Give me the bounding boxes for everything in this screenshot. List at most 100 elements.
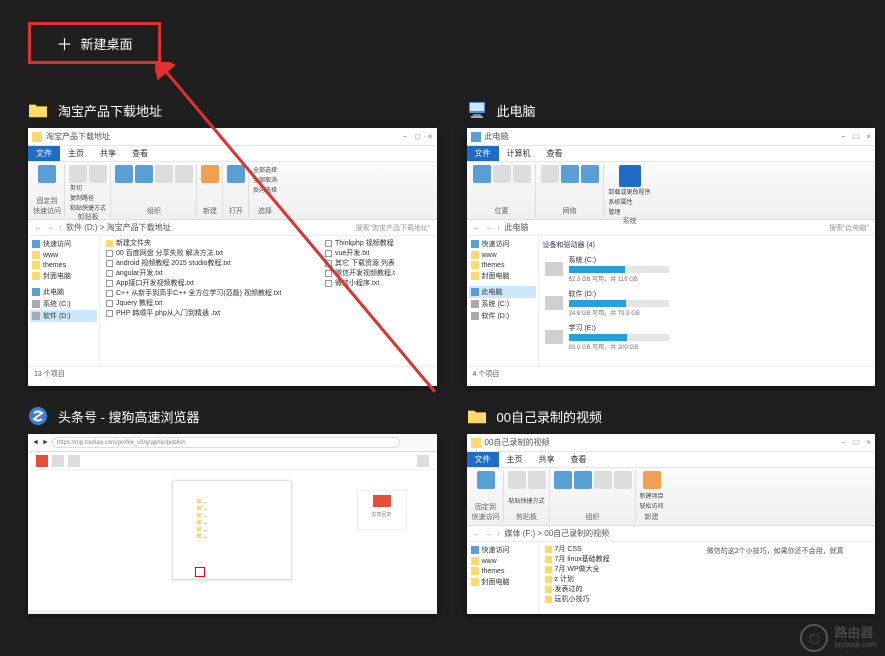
nav-back-icon[interactable]: ← [34,223,42,232]
search-placeholder[interactable]: 搜索"此电脑" [829,223,869,233]
task-thumbnail-2[interactable]: 此电脑 此电脑 −□× 文件 计算机 查看 位置 网络 卸载或更改程序系统属性管… [467,100,876,386]
task-title: 此电脑 [497,101,536,120]
sidebar-drive[interactable]: 软件 (D:) [30,310,97,322]
nav-forward-icon[interactable]: → [485,223,493,232]
toolbar-icon[interactable] [52,455,64,467]
toolbar-icon[interactable] [36,455,48,467]
toolbar-icon[interactable] [417,455,429,467]
search-placeholder[interactable]: 搜索"淘宝产品下载地址" [356,223,431,233]
sidebar-item[interactable]: 封面电脑 [30,270,97,282]
nav-forward-icon[interactable]: ► [42,439,49,446]
sidebar-quick-access[interactable]: 快速访问 [30,238,97,250]
sidebar-item[interactable]: www [30,250,97,260]
file-item[interactable]: 发表过的 [543,584,703,594]
task-title: 淘宝产品下载地址 [58,101,162,120]
tab-home[interactable]: 主页 [60,146,92,161]
ribbon-tabs: 文件 主页 共享 查看 [28,146,437,162]
file-item[interactable]: 微信小程序.txt [323,278,433,288]
sidebar-item[interactable]: www [469,556,536,566]
page-content: ... ... ... ... ... ... 发表回复 [28,470,437,610]
nav-up-icon[interactable]: ↑ [497,223,501,232]
tab-view[interactable]: 查看 [539,146,571,161]
breadcrumb[interactable]: 此电脑 [505,222,826,233]
window-title: 淘宝产品下载地址 [46,131,402,142]
sidebar-quick-access[interactable]: 快速访问 [469,238,536,250]
tab-file[interactable]: 文件 [28,146,60,161]
nav-forward-icon[interactable]: → [485,529,493,538]
file-item[interactable]: 7月 WP做大全 [543,564,703,574]
nav-back-icon[interactable]: ◄ [32,439,39,446]
nav-forward-icon[interactable]: → [46,223,54,232]
nav-up-icon[interactable]: ↑ [497,529,501,538]
sidebar-this-pc[interactable]: 此电脑 [469,286,536,298]
task-thumbnail-3[interactable]: 头条号 - 搜狗高速浏览器 ◄ ► https://mp.toutiao.com… [28,406,437,614]
tab-computer[interactable]: 计算机 [499,146,539,161]
tab-home[interactable]: 主页 [499,452,531,467]
tab-share[interactable]: 共享 [531,452,563,467]
sidebar-drive[interactable]: 软件 (D:) [469,310,536,322]
breadcrumb[interactable]: 软件 (D:) > 淘宝产品下载地址 [66,222,352,233]
sidebar-quick-access[interactable]: 快速访问 [469,544,536,556]
file-item[interactable]: z 计划 [543,574,703,584]
nav-back-icon[interactable]: ← [473,223,481,232]
window-controls[interactable]: −□× [402,132,432,141]
file-item[interactable]: C++ 从新手到高手C++ 全方位学习(范磊) 视频教程.txt [104,288,323,298]
drive-item[interactable]: 学习 (E:)83.0 GB 可用，共 200 GB [543,320,872,354]
file-list: 新建文件夹 00 百度网盘 分享失败 解决方法.txt android 视频教程… [100,236,437,366]
drive-icon [545,262,563,276]
folder-icon [471,438,481,448]
file-item[interactable]: 微信开发视频教程.t [323,268,433,278]
file-item[interactable]: Jquery 教程.txt [104,298,323,308]
file-item[interactable]: PHP 韩顺平 php从入门到精通 .txt [104,308,323,318]
folder-icon [32,132,42,142]
sidebar-drive[interactable]: 系统 (C:) [30,298,97,310]
file-item[interactable]: 新建文件夹 [104,238,323,248]
breadcrumb[interactable]: 媒体 (F:) > 00自己录制的视频 [505,528,870,539]
ribbon-tabs: 文件 计算机 查看 [467,146,876,162]
address-bar[interactable]: ← → ↑ 软件 (D:) > 淘宝产品下载地址 搜索"淘宝产品下载地址" [28,220,437,236]
tab-share[interactable]: 共享 [92,146,124,161]
tab-file[interactable]: 文件 [467,452,499,467]
file-item[interactable]: 玩机小技巧 [543,594,703,604]
drive-item[interactable]: 系统 (C:)52.3 GB 可用，共 119 GB [543,252,872,286]
sidebar-item[interactable]: themes [469,566,536,576]
sidebar-drive[interactable]: 系统 (C:) [469,298,536,310]
toolbar-icon[interactable] [68,455,80,467]
address-bar[interactable]: ← → ↑ 此电脑 搜索"此电脑" [467,220,876,236]
sidebar-item[interactable]: themes [30,260,97,270]
address-bar[interactable]: ← → ↑ 媒体 (F:) > 00自己录制的视频 [467,526,876,542]
nav-sidebar: 快速访问 www themes 封面电脑 [467,542,539,614]
nav-up-icon[interactable]: ↑ [58,223,62,232]
tab-view[interactable]: 查看 [563,452,595,467]
sidebar-item[interactable]: 封面电脑 [469,576,536,588]
task-thumbnail-1[interactable]: 淘宝产品下载地址 淘宝产品下载地址 −□× 文件 主页 共享 查看 固定到 快速… [28,100,437,386]
file-item[interactable]: 00 百度网盘 分享失败 解决方法.txt [104,248,323,258]
sidebar-item[interactable]: 封面电脑 [469,270,536,282]
browser-window-preview: ◄ ► https://mp.toutiao.com/profile_v3/gr… [28,434,437,614]
file-item[interactable]: 7月 CSS [543,544,703,554]
sidebar-this-pc[interactable]: 此电脑 [30,286,97,298]
window-controls[interactable]: −□× [841,132,871,141]
task-header: 00自己录制的视频 [467,406,876,426]
tab-file[interactable]: 文件 [467,146,499,161]
sidebar-item[interactable]: themes [469,260,536,270]
file-item[interactable]: angular开发.txt [104,268,323,278]
new-desktop-button[interactable]: ＋ 新建桌面 [28,22,161,64]
file-item[interactable]: android 视频教程 2015 studio教程.txt [104,258,323,268]
file-item[interactable]: vue开发.txt [323,248,433,258]
preview-text: 微信的这2个小技巧，如果你还不会用，就真 [703,544,871,612]
tab-view[interactable]: 查看 [124,146,156,161]
watermark-icon: ▢ [800,624,828,652]
drive-item[interactable]: 软件 (D:)34.6 GB 可用，共 79.9 GB [543,286,872,320]
nav-back-icon[interactable]: ← [473,529,481,538]
file-item[interactable]: 其它 下载资源 列表 [323,258,433,268]
file-item[interactable]: App接口开发视频教程.txt [104,278,323,288]
file-item[interactable]: 7月 linux基础教程 [543,554,703,564]
task-thumbnail-4[interactable]: 00自己录制的视频 00自己录制的视频 −□× 文件 主页 共享 查看 固定到 … [467,406,876,614]
file-item[interactable]: Thinkphp 视频教程 [323,238,433,248]
browser-toolbar [28,452,437,470]
url-input[interactable]: https://mp.toutiao.com/profile_v3/graphi… [52,437,400,448]
drive-section-header[interactable]: 设备和驱动器 (4) [543,238,872,252]
sidebar-item[interactable]: www [469,250,536,260]
window-controls[interactable]: −□× [841,438,871,447]
